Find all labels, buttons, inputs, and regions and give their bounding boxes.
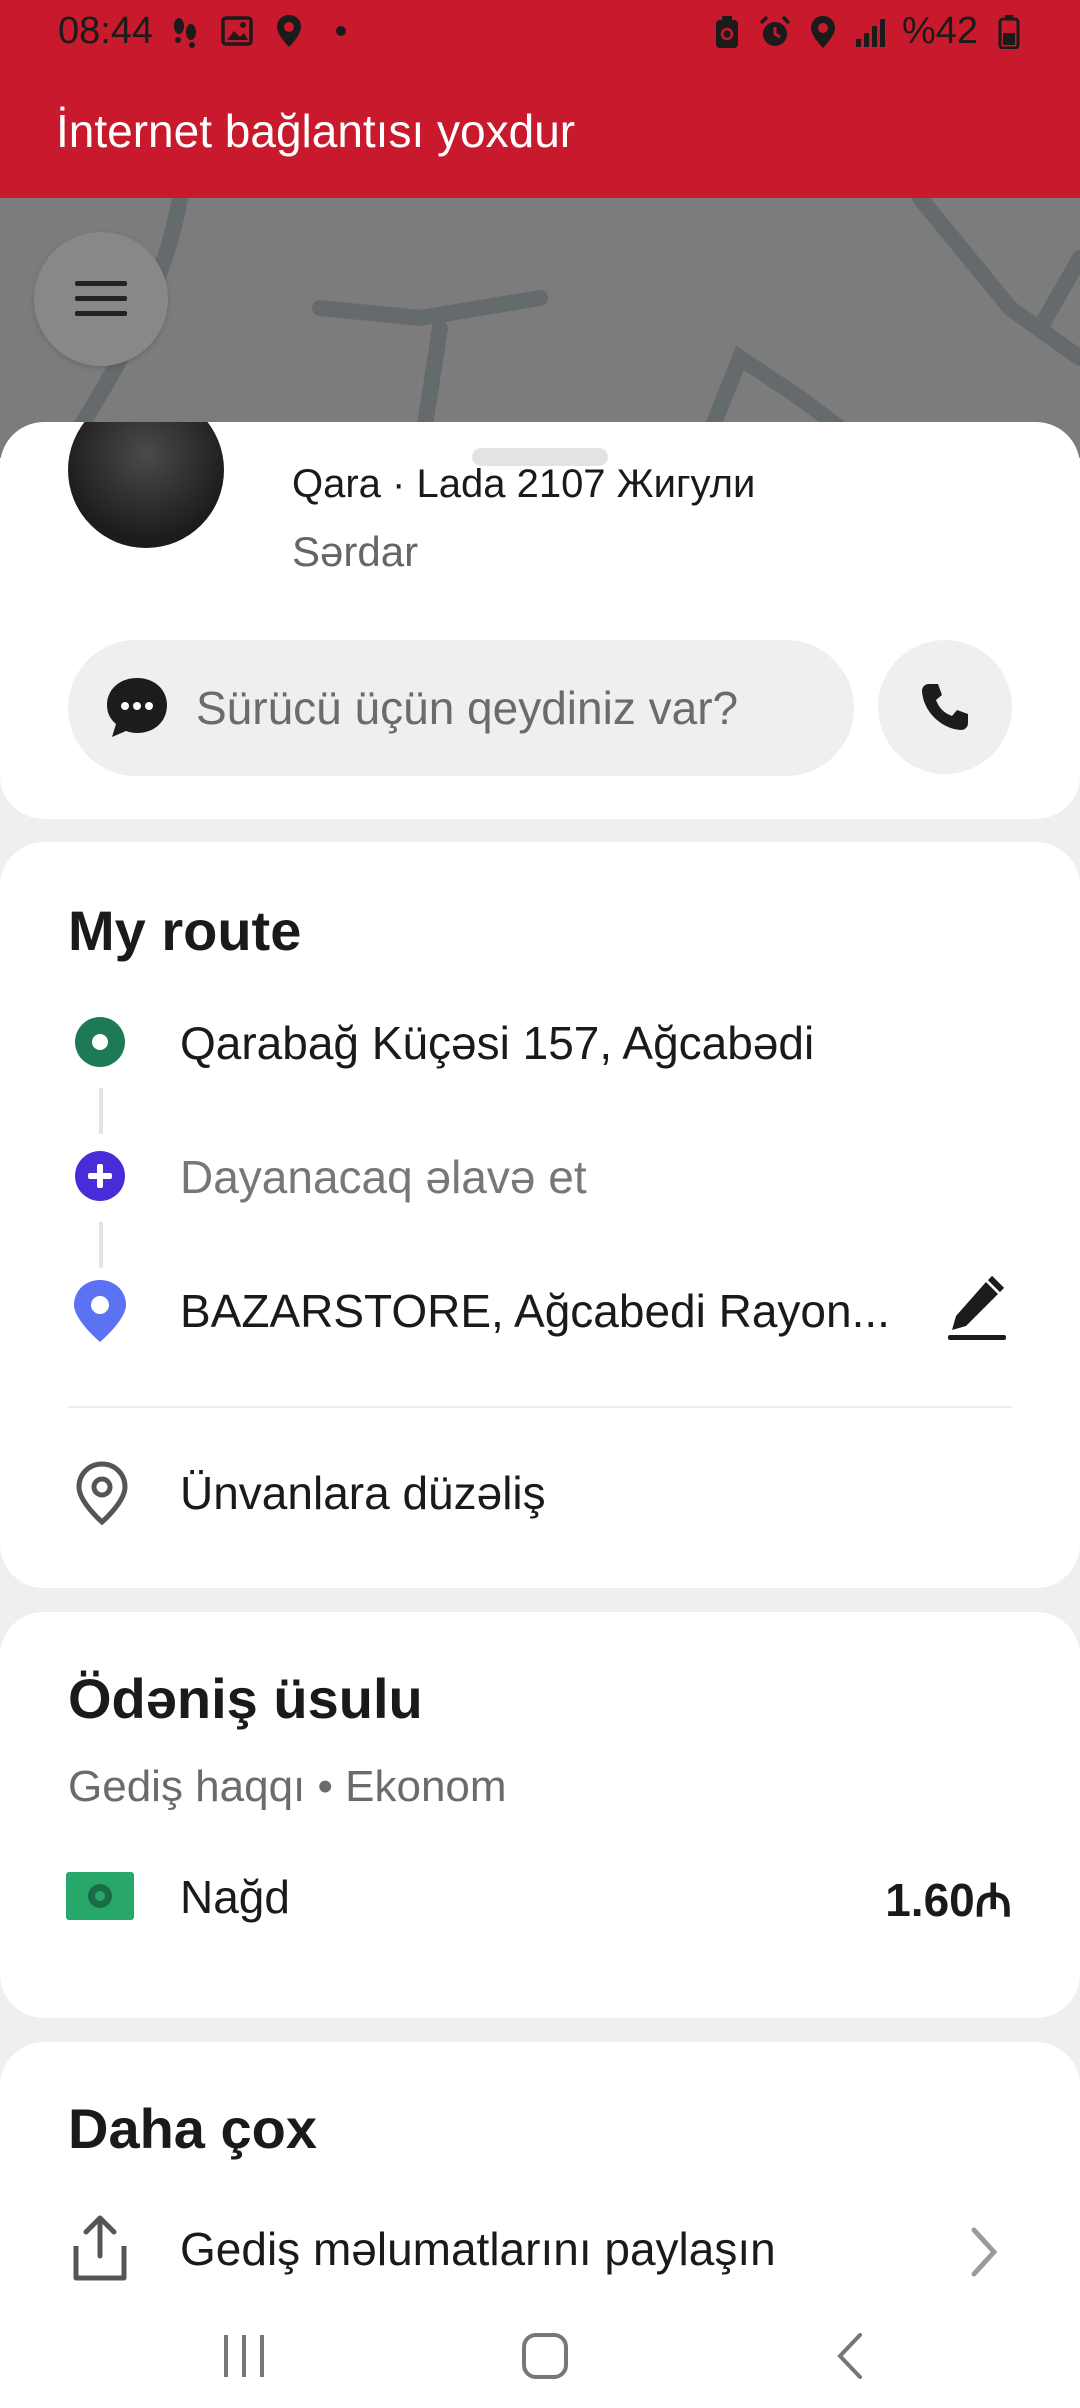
chevron-right-icon[interactable] (964, 2224, 1004, 2280)
route-connector (99, 1088, 103, 1134)
payment-card: Ödəniş üsulu Gediş haqqı • Ekonom Nağd 1… (0, 1612, 1080, 2018)
cash-icon (66, 1872, 134, 1920)
offline-banner: 08:44 %42 İnternet bağlantısı yoxdur (0, 0, 1080, 198)
system-nav-bar (0, 2300, 1080, 2408)
signal-icon (854, 15, 888, 49)
hamburger-icon (75, 281, 127, 316)
back-icon (837, 2333, 862, 2379)
location-pin-icon (272, 14, 306, 48)
route-divider (68, 1406, 1012, 1408)
phone-icon (922, 684, 968, 730)
more-title: Daha çox (68, 2097, 317, 2160)
pickup-address[interactable]: Qarabağ Küçəsi 157, Ağcabədi (180, 1016, 814, 1070)
edit-destination-icon[interactable] (944, 1276, 1010, 1342)
footsteps-icon (168, 14, 202, 48)
route-title: My route (68, 899, 302, 962)
car-description: Qara · Lada 2107 Жигули (292, 462, 756, 506)
offline-banner-text: İnternet bağlantısı yoxdur (56, 105, 576, 157)
battery-icon (992, 14, 1026, 49)
driver-name: Sərdar (292, 528, 419, 575)
driver-note-placeholder: Sürücü üçün qeydiniz var? (196, 682, 739, 734)
payment-title: Ödəniş üsulu (68, 1667, 423, 1730)
share-trip-button[interactable]: Gediş məlumatlarını paylaşın (180, 2222, 776, 2276)
driver-card: Qara · Lada 2107 Жигули Sərdar Sürücü üç… (0, 422, 1080, 819)
route-card: My route Qarabağ Küçəsi 157, Ağcabədi Da… (0, 842, 1080, 1588)
add-stop-icon (75, 1151, 125, 1201)
home-button[interactable] (515, 2326, 575, 2386)
status-bar: 08:44 %42 (0, 0, 1080, 64)
alarm-icon (758, 15, 792, 49)
route-connector (99, 1222, 103, 1268)
battery-percent: %42 (901, 10, 978, 52)
chat-bubble-icon (107, 678, 167, 737)
payment-subtitle: Gediş haqqı • Ekonom (68, 1762, 507, 1811)
destination-address[interactable]: BAZARSTORE, Ağcabedi Rayon... (180, 1284, 890, 1338)
driver-avatar (68, 422, 224, 548)
call-driver-button[interactable] (878, 640, 1012, 774)
location-icon (806, 15, 840, 49)
dot-icon (324, 14, 358, 48)
status-time: 08:44 (58, 10, 154, 52)
share-icon (73, 2215, 127, 2281)
recent-apps-button[interactable] (214, 2326, 274, 2386)
recent-apps-icon (224, 2335, 264, 2377)
driver-note-input[interactable]: Sürücü üçün qeydiniz var? (68, 640, 854, 776)
image-icon (220, 14, 254, 48)
map-view[interactable] (0, 198, 1080, 458)
trip-price: 1.60₼ (885, 1874, 1012, 1926)
menu-button[interactable] (34, 232, 168, 366)
home-icon (522, 2333, 568, 2379)
back-button[interactable] (820, 2326, 880, 2386)
add-stop-button[interactable]: Dayanacaq əlavə et (180, 1150, 587, 1204)
location-outline-icon (76, 1461, 128, 1526)
battery-saver-icon (710, 15, 744, 49)
payment-method[interactable]: Nağd (180, 1870, 290, 1924)
destination-pin-icon (74, 1280, 126, 1342)
edit-addresses-button[interactable]: Ünvanlara düzəliş (180, 1466, 546, 1520)
pickup-dot-icon (75, 1017, 125, 1067)
